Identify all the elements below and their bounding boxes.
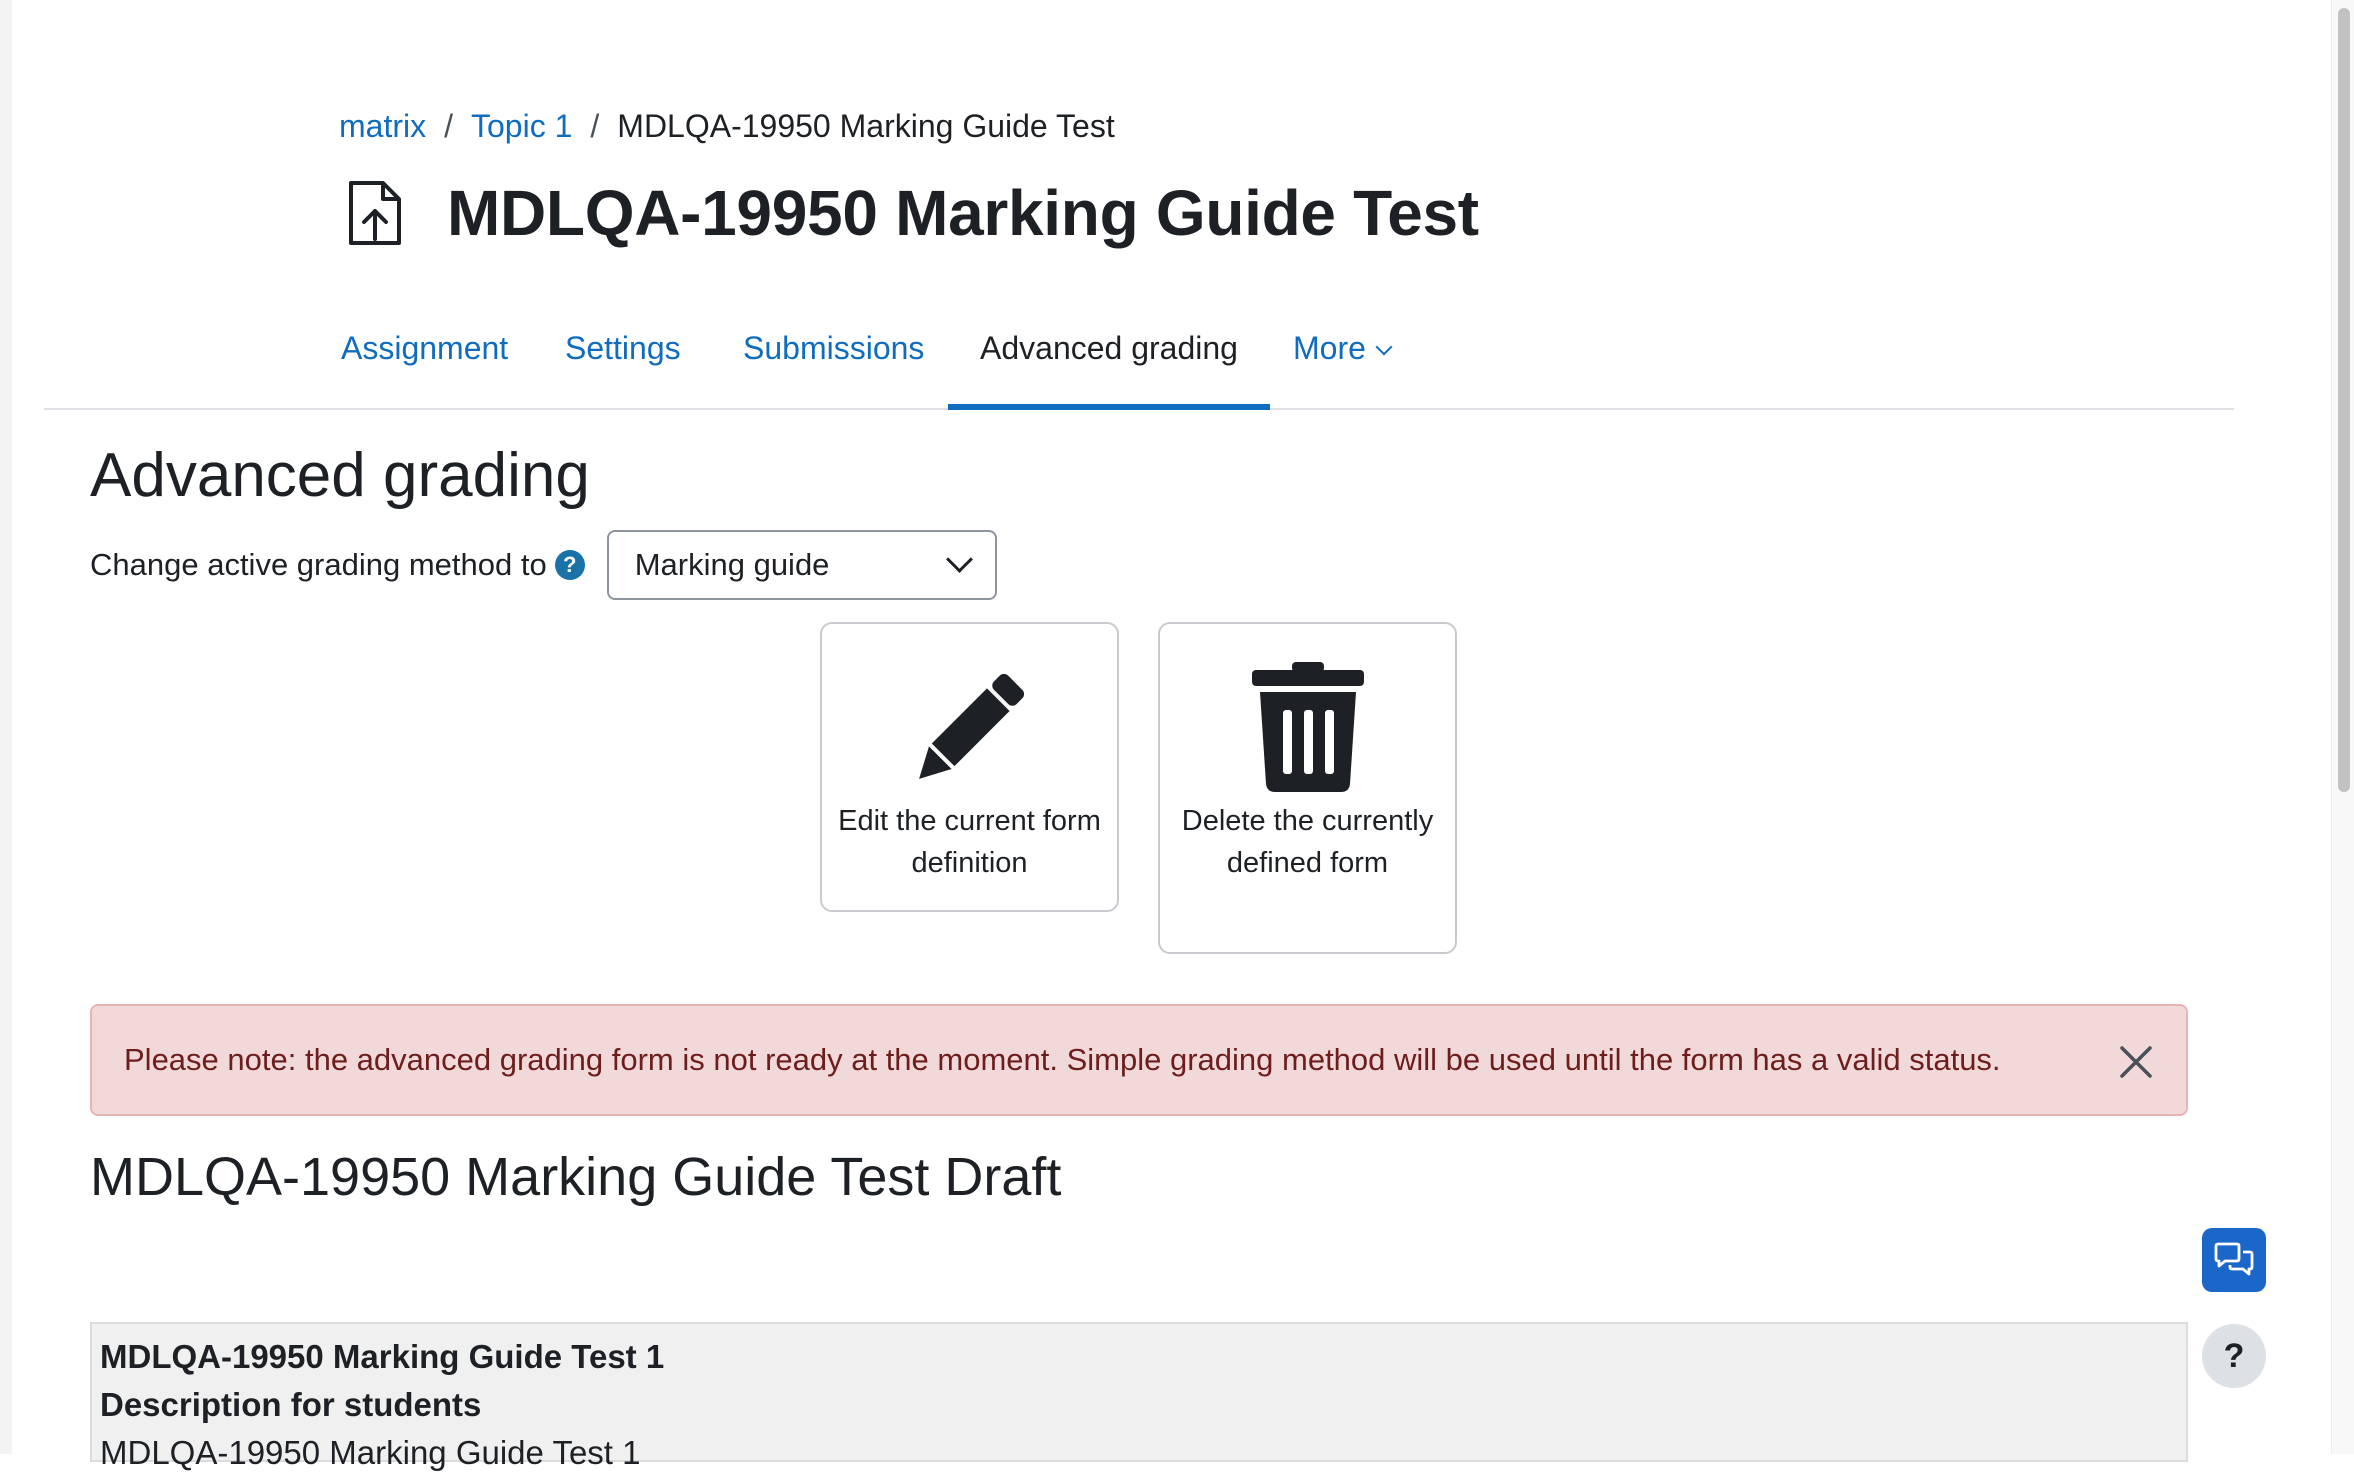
help-icon[interactable]: ? [554,550,585,580]
criterion-description: MDLQA-19950 Marking Guide Test 1 [100,1434,641,1471]
tab-advanced-grading[interactable]: Advanced grading [948,310,1270,410]
chat-bubbles-icon [2214,1242,2254,1276]
breadcrumb-separator: / [444,108,453,144]
breadcrumb-link-topic[interactable]: Topic 1 [471,108,572,145]
breadcrumb-link-course[interactable]: matrix [339,108,426,145]
secondary-navigation: Assignment Settings Submissions Advanced… [44,310,2234,410]
delete-form-button[interactable]: Delete the currently defined form [1158,622,1457,954]
page-left-edge [0,0,12,1454]
chevron-down-icon [1375,338,1393,356]
edit-form-label: Edit the current form definition [838,805,1101,879]
pencil-icon [918,673,1024,779]
grading-method-row: Change active grading method to ? Markin… [90,530,997,600]
chevron-down-icon [945,545,973,573]
help-button[interactable]: ? [2202,1324,2266,1388]
tab-settings[interactable]: Settings [565,310,681,408]
criterion-title: MDLQA-19950 Marking Guide Test 1 [100,1338,665,1375]
form-heading: MDLQA-19950 Marking Guide Test Draft [90,1147,1062,1207]
breadcrumb-current: MDLQA-19950 Marking Guide Test [617,108,1115,144]
breadcrumb: matrix / Topic 1 / MDLQA-19950 Marking G… [339,108,1115,145]
tab-more[interactable]: More [1293,310,1393,408]
edit-form-button[interactable]: Edit the current form definition [820,622,1119,912]
close-icon[interactable] [2116,1042,2156,1082]
trash-icon [1251,662,1364,792]
file-upload-icon [349,181,401,245]
scrollbar-thumb[interactable] [2338,8,2350,792]
grading-method-label: Change active grading method to [90,547,547,582]
tab-submissions[interactable]: Submissions [743,310,924,408]
scrollbar-track[interactable] [2331,0,2354,1454]
grading-method-select[interactable]: Marking guide [606,530,997,600]
alert-text: Please note: the advanced grading form i… [124,1042,2001,1077]
page-title: MDLQA-19950 Marking Guide Test [447,177,1479,249]
page-header: MDLQA-19950 Marking Guide Test [345,176,1479,250]
tab-assignment[interactable]: Assignment [341,310,508,408]
tab-more-label: More [1293,330,1366,366]
section-heading: Advanced grading [90,441,590,510]
chat-button[interactable] [2202,1228,2266,1292]
breadcrumb-separator: / [590,108,600,144]
grading-method-value: Marking guide [634,547,830,582]
criterion-description-label: Description for students [100,1386,482,1423]
alert-warning: Please note: the advanced grading form i… [90,1004,2188,1116]
delete-form-label: Delete the currently defined form [1181,805,1434,879]
criterion-preview: MDLQA-19950 Marking Guide Test 1 Descrip… [90,1322,2188,1471]
